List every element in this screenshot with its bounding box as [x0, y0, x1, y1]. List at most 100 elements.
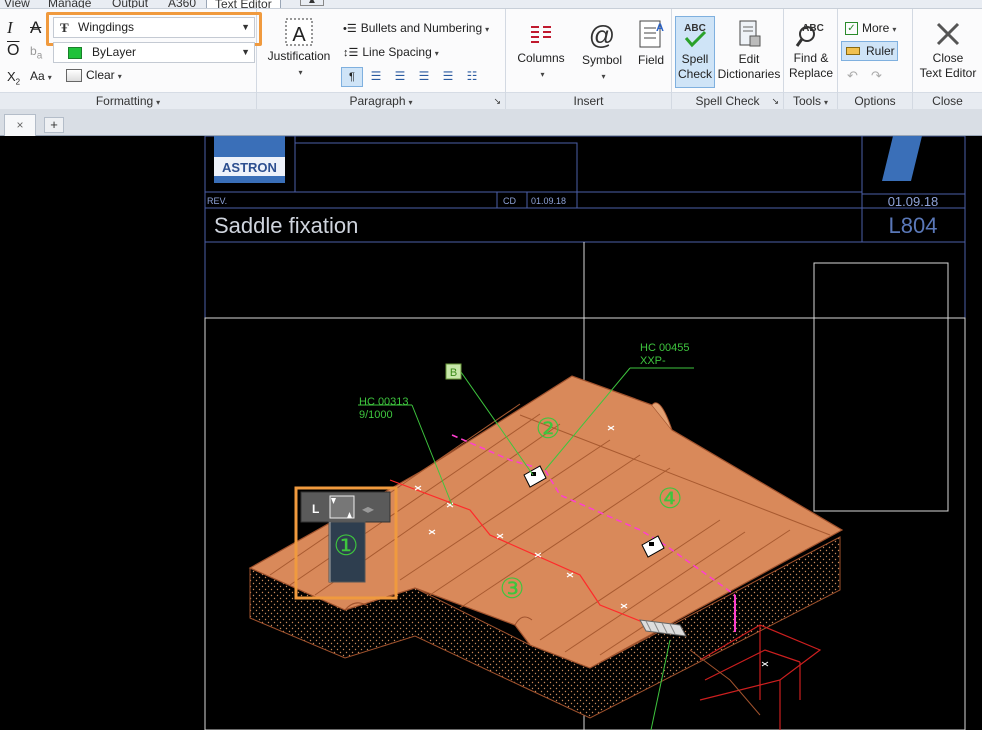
- color-value: ByLayer: [92, 45, 137, 59]
- alignment-buttons: ¶ ☰ ☰ ☰ ☰ ☷: [341, 67, 483, 87]
- symbol-button[interactable]: @ Symbol ▾: [576, 21, 628, 84]
- tab-stop-icon[interactable]: L: [312, 502, 319, 516]
- align-center-icon[interactable]: ☰: [389, 67, 411, 87]
- tools-panel: ABC Find & Replace Tools ▾: [784, 9, 838, 109]
- eraser-icon: [66, 69, 82, 83]
- circled-number-1[interactable]: ①: [333, 530, 358, 561]
- strikethrough-icon[interactable]: A: [30, 18, 41, 38]
- align-right-icon[interactable]: ☰: [413, 67, 435, 87]
- stack-icon[interactable]: ba: [30, 44, 42, 61]
- close-tab-icon[interactable]: ×: [16, 118, 23, 132]
- justification-icon: A: [285, 18, 313, 46]
- edit-dictionaries-button[interactable]: Edit Dictionaries: [716, 18, 782, 82]
- change-case-button[interactable]: Aa ▾: [30, 69, 52, 83]
- callout-b: B: [450, 367, 457, 379]
- field-icon: A: [639, 20, 664, 48]
- color-swatch: [68, 47, 82, 59]
- hc-label-1: HC 00455: [640, 342, 690, 354]
- hc-label-2b: 9/1000: [359, 409, 393, 421]
- bullets-icon: •☰: [343, 23, 357, 35]
- align-left-icon[interactable]: ☰: [365, 67, 387, 87]
- circled-number-3: ③: [499, 573, 524, 604]
- cd-label: CD: [503, 196, 516, 206]
- expand-ribbon-icon[interactable]: ▲: [300, 0, 324, 6]
- dictionary-icon: [739, 20, 761, 47]
- bullets-numbering-button[interactable]: •☰ Bullets and Numbering ▾: [343, 21, 489, 35]
- hc-label-2: HC 00313: [359, 396, 409, 408]
- close-panel: Close Text Editor Close: [913, 9, 982, 109]
- rev-label: REV.: [207, 196, 227, 206]
- new-tab-button[interactable]: +: [44, 117, 64, 133]
- checkbox-icon: ✓: [845, 22, 858, 36]
- columns-button[interactable]: Columns ▾: [512, 21, 570, 82]
- formatting-panel-title[interactable]: Formatting ▾: [0, 92, 256, 109]
- spell-check-icon: ABC: [684, 23, 707, 48]
- close-icon: [936, 22, 960, 46]
- insert-panel: Columns ▾ @ Symbol ▾ A Field Insert: [506, 9, 672, 109]
- dialog-launcher-icon[interactable]: ↘: [771, 93, 779, 109]
- color-dropdown[interactable]: ByLayer ▼: [53, 42, 255, 63]
- date-right: 01.09.18: [888, 194, 939, 209]
- options-panel: ✓ More ▾ Ruler ↶ ↷ Options: [838, 9, 913, 109]
- columns-icon: [531, 26, 551, 43]
- brand-mark: [882, 136, 922, 181]
- spell-check-button[interactable]: ABC Spell Check: [675, 20, 715, 82]
- svg-text:A: A: [292, 24, 306, 46]
- close-panel-title: Close: [913, 92, 982, 109]
- tab-text-editor[interactable]: Text Editor: [206, 0, 281, 8]
- paragraph-panel-title[interactable]: Paragraph ▾ ↘: [257, 92, 505, 109]
- paragraph-icon[interactable]: ¶: [341, 67, 363, 87]
- tab-manage[interactable]: Manage: [48, 0, 91, 8]
- undo-icon[interactable]: ↶: [847, 68, 858, 84]
- detail-frame: [813, 262, 949, 512]
- ruler-button[interactable]: Ruler: [841, 41, 898, 61]
- menu-bar: View Manage Output A360 Text Editor ▲: [0, 0, 982, 9]
- logo-text: ASTRON: [222, 160, 277, 175]
- ribbon: I A O ba X2 Aa ▾ Ŧ Wingdings ▼ ByLayer ▼ …: [0, 9, 982, 109]
- tab-a360[interactable]: A360: [168, 0, 196, 8]
- spell-check-panel: ABC Spell Check Edit Dictionaries Spell Ch…: [672, 9, 784, 109]
- justify-icon[interactable]: ☰: [437, 67, 459, 87]
- more-button[interactable]: ✓ More ▾: [845, 21, 896, 36]
- drawing-svg: ASTRON REV. CD 01.09.18 01.09.18 Saddle …: [204, 136, 966, 730]
- dialog-launcher-icon[interactable]: ↘: [493, 93, 501, 109]
- drawing-title: Saddle fixation: [214, 213, 358, 238]
- subscript-icon[interactable]: X2: [7, 69, 20, 87]
- hc-label-1b: XXP-: [640, 355, 666, 367]
- ruler-arrows-icon[interactable]: ◂▸: [362, 502, 374, 516]
- document-tab[interactable]: ×: [4, 114, 36, 136]
- overline-icon[interactable]: O: [7, 42, 19, 60]
- field-button[interactable]: A Field: [632, 19, 670, 68]
- tools-panel-title[interactable]: Tools ▾: [784, 92, 837, 109]
- justification-button[interactable]: A Justification ▾: [263, 17, 335, 80]
- astron-logo: ASTRON: [214, 136, 285, 183]
- font-highlight-box: [46, 12, 262, 46]
- chevron-down-icon: ▼: [241, 47, 250, 57]
- line-spacing-icon: ↕☰: [343, 47, 359, 59]
- sheet-number: L804: [889, 213, 938, 238]
- line-spacing-button[interactable]: ↕☰ Line Spacing ▾: [343, 45, 439, 59]
- document-tab-strip: × +: [0, 109, 982, 136]
- drawing-canvas[interactable]: ASTRON REV. CD 01.09.18 01.09.18 Saddle …: [0, 136, 982, 730]
- close-text-editor-button[interactable]: Close Text Editor: [915, 19, 981, 81]
- find-replace-button[interactable]: ABC Find & Replace: [786, 19, 836, 81]
- tab-output[interactable]: Output: [112, 0, 148, 8]
- ruler-label: Ruler: [866, 44, 895, 58]
- formatting-panel: I A O ba X2 Aa ▾ Ŧ Wingdings ▼ ByLayer ▼ …: [0, 9, 262, 109]
- ruler-icon: [846, 47, 860, 55]
- italic-icon[interactable]: I: [7, 18, 13, 38]
- date-small: 01.09.18: [531, 196, 566, 206]
- options-panel-title: Options: [838, 92, 912, 109]
- distribute-icon[interactable]: ☷: [461, 67, 483, 87]
- at-symbol-icon: @: [588, 20, 616, 50]
- clear-button[interactable]: Clear ▾: [66, 68, 122, 83]
- find-replace-icon: ABC: [795, 23, 824, 47]
- paragraph-panel: A Justification ▾ •☰ Bullets and Numbering…: [257, 9, 506, 109]
- circled-number-2: ②: [535, 413, 560, 444]
- spell-check-panel-title: Spell Check ↘: [672, 92, 783, 109]
- svg-text:A: A: [656, 22, 664, 34]
- redo-icon[interactable]: ↷: [871, 68, 882, 84]
- insert-panel-title: Insert: [506, 92, 671, 109]
- plus-icon: +: [50, 117, 58, 132]
- tab-view[interactable]: View: [4, 0, 30, 8]
